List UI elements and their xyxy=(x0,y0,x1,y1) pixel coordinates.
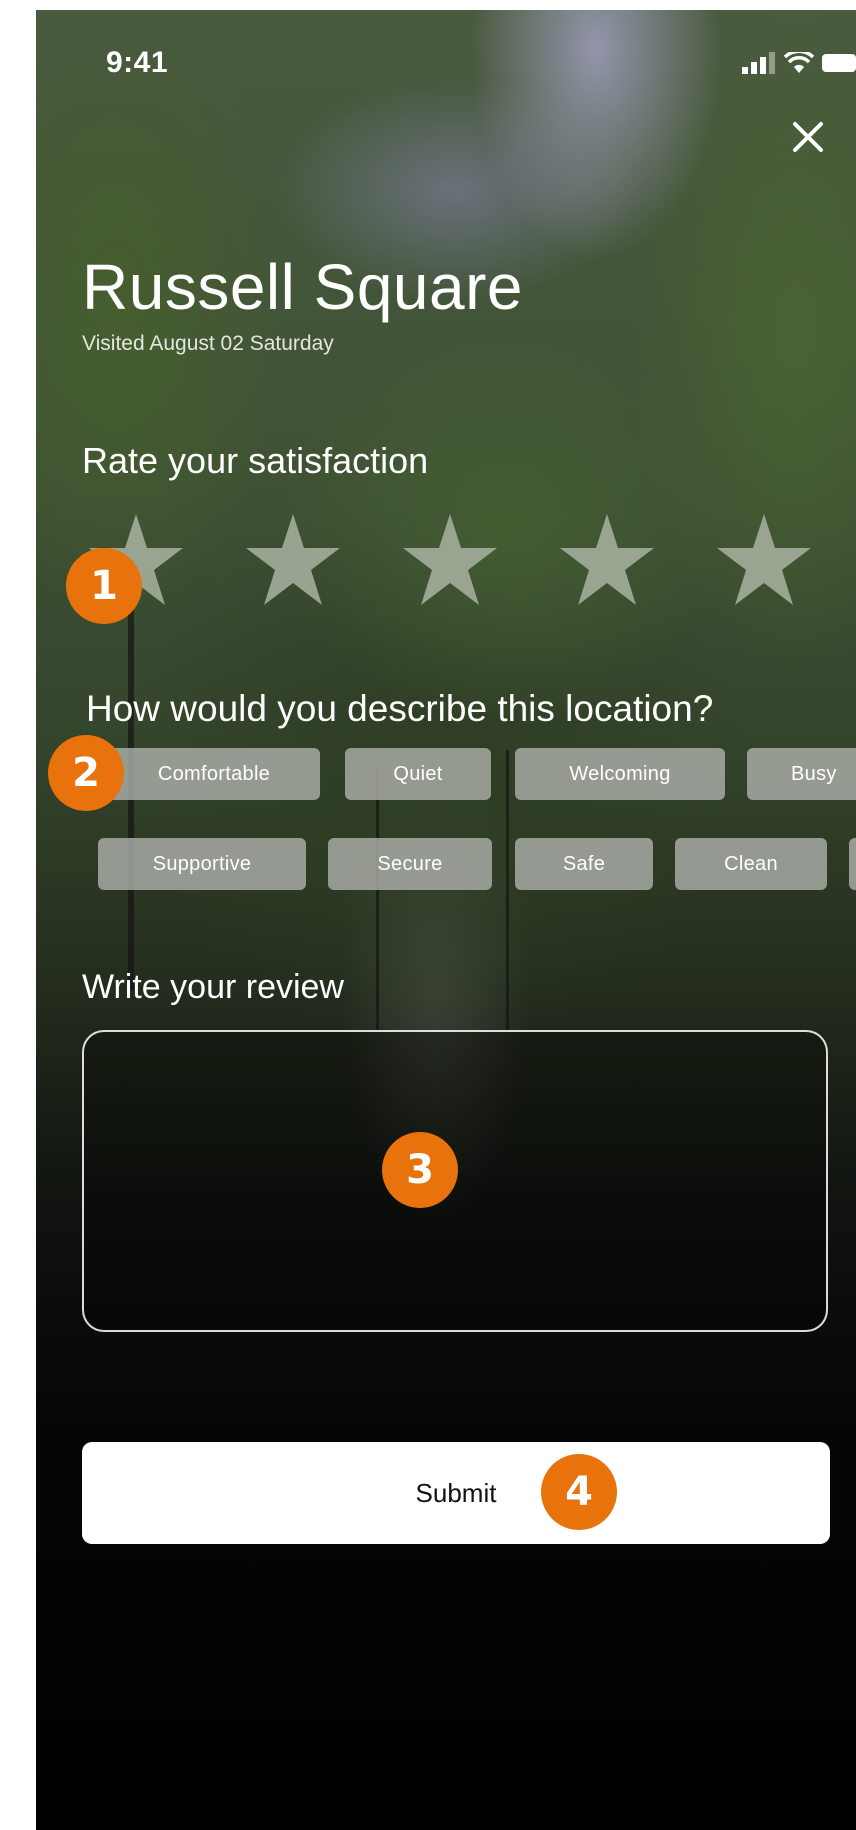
chip-comfortable[interactable]: Comfortable xyxy=(108,748,320,800)
star-rating[interactable] xyxy=(86,510,814,610)
describe-label: How would you describe this location? xyxy=(86,688,714,729)
status-time: 9:41 xyxy=(106,46,169,79)
chip-safe[interactable]: Safe xyxy=(515,838,653,890)
submit-button[interactable]: Submit xyxy=(82,1442,830,1544)
chip-busy[interactable]: Busy xyxy=(747,748,856,800)
submit-label: Submit xyxy=(415,1477,497,1508)
annotation-marker-4: 4 xyxy=(541,1454,617,1530)
review-label: Write your review xyxy=(82,968,344,1006)
status-icons xyxy=(742,49,856,79)
star-icon[interactable] xyxy=(557,510,657,610)
chip-clean[interactable]: Clean xyxy=(675,838,827,890)
status-bar: 9:41 xyxy=(36,10,856,100)
chip-secure[interactable]: Secure xyxy=(328,838,492,890)
close-button[interactable] xyxy=(786,115,830,159)
battery-icon xyxy=(822,53,856,78)
signal-icon xyxy=(742,52,776,79)
wifi-icon xyxy=(783,49,815,79)
tree-trunk xyxy=(376,770,379,1030)
annotation-marker-1: 1 xyxy=(66,548,142,624)
annotation-marker-3: 3 xyxy=(382,1132,458,1208)
chip-welcoming[interactable]: Welcoming xyxy=(515,748,725,800)
star-icon[interactable] xyxy=(714,510,814,610)
tree-trunk xyxy=(506,750,509,1030)
star-icon[interactable] xyxy=(400,510,500,610)
chip-supportive[interactable]: Supportive xyxy=(98,838,306,890)
annotation-marker-2: 2 xyxy=(48,735,124,811)
star-icon[interactable] xyxy=(243,510,343,610)
visit-date: Visited August 02 Saturday xyxy=(82,332,334,355)
rating-label: Rate your satisfaction xyxy=(82,440,429,481)
chip-overflow[interactable] xyxy=(849,838,856,890)
location-title: Russell Square xyxy=(82,251,523,323)
close-icon xyxy=(793,122,823,152)
chip-quiet[interactable]: Quiet xyxy=(345,748,491,800)
phone-screen: 9:41 Russell Square Visited August 02 Sa… xyxy=(36,10,856,1830)
